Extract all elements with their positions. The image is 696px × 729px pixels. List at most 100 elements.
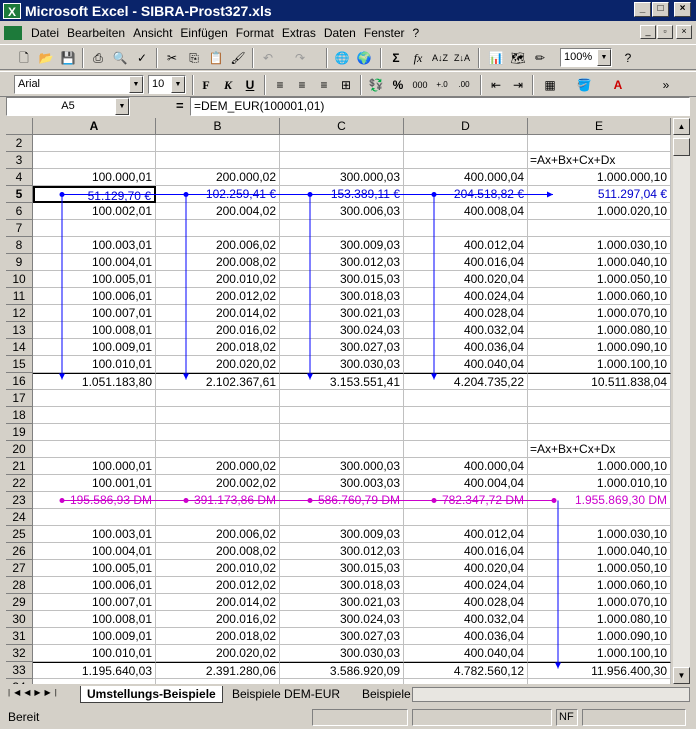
cell[interactable]: 200.018,02	[156, 628, 280, 645]
menu-daten[interactable]: Daten	[321, 26, 359, 40]
cell[interactable]: 400.040,04	[404, 645, 528, 662]
open-icon[interactable]: 📂	[36, 49, 56, 67]
cell[interactable]: 1.195.640,03	[33, 662, 156, 679]
cell[interactable]: 200.014,02	[156, 594, 280, 611]
cell[interactable]: 586.760,79 DM	[280, 492, 404, 509]
row-header[interactable]: 28	[6, 577, 33, 594]
font-size-select[interactable]: 10 ▼	[148, 75, 186, 94]
row-header[interactable]: 30	[6, 611, 33, 628]
cell[interactable]: 100.006,01	[33, 577, 156, 594]
cell[interactable]: 1.000.080,10	[528, 611, 671, 628]
cell[interactable]: 400.032,04	[404, 322, 528, 339]
cell[interactable]: 200.010,02	[156, 560, 280, 577]
cell[interactable]	[33, 441, 156, 458]
cell[interactable]: 1.000.020,10	[528, 203, 671, 220]
row-header[interactable]: 6	[6, 203, 33, 220]
row-header[interactable]: 19	[6, 424, 33, 441]
cell[interactable]: 1.051.183,80	[33, 373, 156, 390]
cell[interactable]: 1.000.080,10	[528, 322, 671, 339]
cell[interactable]: 100.004,01	[33, 254, 156, 271]
cell[interactable]: 100.005,01	[33, 560, 156, 577]
cell[interactable]: 3.586.920,09	[280, 662, 404, 679]
font-color-icon[interactable]: A	[608, 76, 628, 94]
cell[interactable]: 300.012,03	[280, 543, 404, 560]
cell[interactable]	[156, 135, 280, 152]
save-icon[interactable]: 💾	[58, 49, 78, 67]
column-header[interactable]: B	[156, 118, 280, 135]
cell[interactable]: 200.016,02	[156, 322, 280, 339]
cell[interactable]: 51.129,70 €	[33, 186, 156, 203]
cell[interactable]	[280, 679, 404, 684]
cell[interactable]: 511.297,04 €	[528, 186, 671, 203]
cell[interactable]: 1.000.000,10	[528, 169, 671, 186]
cell[interactable]: 100.008,01	[33, 322, 156, 339]
cell[interactable]	[156, 424, 280, 441]
cell[interactable]: 1.000.060,10	[528, 288, 671, 305]
cell[interactable]	[280, 135, 404, 152]
cell[interactable]: 200.010,02	[156, 271, 280, 288]
cell[interactable]: 100.007,01	[33, 594, 156, 611]
cell[interactable]: 400.024,04	[404, 288, 528, 305]
font-name-dropdown-icon[interactable]: ▼	[129, 76, 143, 93]
toolbar-options-icon[interactable]: »	[656, 76, 676, 94]
cell[interactable]: 200.006,02	[156, 237, 280, 254]
cell[interactable]: 200.018,02	[156, 339, 280, 356]
cell[interactable]: 400.000,04	[404, 169, 528, 186]
cell[interactable]	[404, 441, 528, 458]
cell[interactable]: 1.000.070,10	[528, 594, 671, 611]
cell[interactable]	[528, 679, 671, 684]
cell[interactable]	[404, 152, 528, 169]
cell[interactable]: 100.006,01	[33, 288, 156, 305]
row-header[interactable]: 15	[6, 356, 33, 373]
function-icon[interactable]: fx	[408, 49, 428, 67]
cell[interactable]: 200.002,02	[156, 475, 280, 492]
cell[interactable]	[404, 424, 528, 441]
cell[interactable]: 300.027,03	[280, 339, 404, 356]
bold-button[interactable]: F	[196, 76, 216, 94]
column-header[interactable]: E	[528, 118, 671, 135]
menu-ansicht[interactable]: Ansicht	[130, 26, 175, 40]
cell[interactable]: 200.016,02	[156, 611, 280, 628]
horizontal-scrollbar[interactable]	[412, 687, 690, 702]
cell[interactable]	[33, 679, 156, 684]
row-header[interactable]: 5	[6, 186, 33, 203]
row-header[interactable]: 24	[6, 509, 33, 526]
cell[interactable]: 300.021,03	[280, 305, 404, 322]
cell[interactable]	[404, 135, 528, 152]
row-header[interactable]: 27	[6, 560, 33, 577]
cell[interactable]: 300.015,03	[280, 560, 404, 577]
zoom-dropdown-icon[interactable]: ▼	[597, 49, 611, 66]
row-header[interactable]: 12	[6, 305, 33, 322]
increase-decimal-icon[interactable]: +.0	[432, 76, 452, 94]
cell[interactable]	[404, 407, 528, 424]
cell[interactable]	[528, 424, 671, 441]
zoom-select[interactable]: 100% ▼	[560, 48, 612, 67]
italic-button[interactable]: K	[218, 76, 238, 94]
excel-app-icon[interactable]: X	[3, 2, 21, 19]
row-header[interactable]: 13	[6, 322, 33, 339]
row-header[interactable]: 25	[6, 526, 33, 543]
row-header[interactable]: 14	[6, 339, 33, 356]
font-size-dropdown-icon[interactable]: ▼	[171, 76, 185, 93]
cell[interactable]: 391.173,86 DM	[156, 492, 280, 509]
cell[interactable]: 1.000.060,10	[528, 577, 671, 594]
tab-beispiele-dem-eur[interactable]: Beispiele DEM-EUR	[226, 686, 346, 703]
cell[interactable]: 100.005,01	[33, 271, 156, 288]
cell[interactable]: 100.002,01	[33, 203, 156, 220]
select-all-corner[interactable]	[6, 118, 33, 135]
cell[interactable]: 400.028,04	[404, 305, 528, 322]
cell[interactable]	[280, 424, 404, 441]
cell[interactable]: 300.018,03	[280, 288, 404, 305]
cell[interactable]: 100.008,01	[33, 611, 156, 628]
cell[interactable]: 200.000,02	[156, 458, 280, 475]
cell[interactable]: 300.009,03	[280, 526, 404, 543]
row-header[interactable]: 20	[6, 441, 33, 458]
row-header[interactable]: 17	[6, 390, 33, 407]
cell[interactable]: 400.032,04	[404, 611, 528, 628]
vertical-scrollbar[interactable]: ▲ ▼	[673, 118, 690, 684]
cell[interactable]: 100.003,01	[33, 526, 156, 543]
thousands-button[interactable]: 000	[410, 76, 430, 94]
cell[interactable]: =Ax+Bx+Cx+Dx	[528, 441, 671, 458]
column-header[interactable]: D	[404, 118, 528, 135]
cell[interactable]: 300.021,03	[280, 594, 404, 611]
